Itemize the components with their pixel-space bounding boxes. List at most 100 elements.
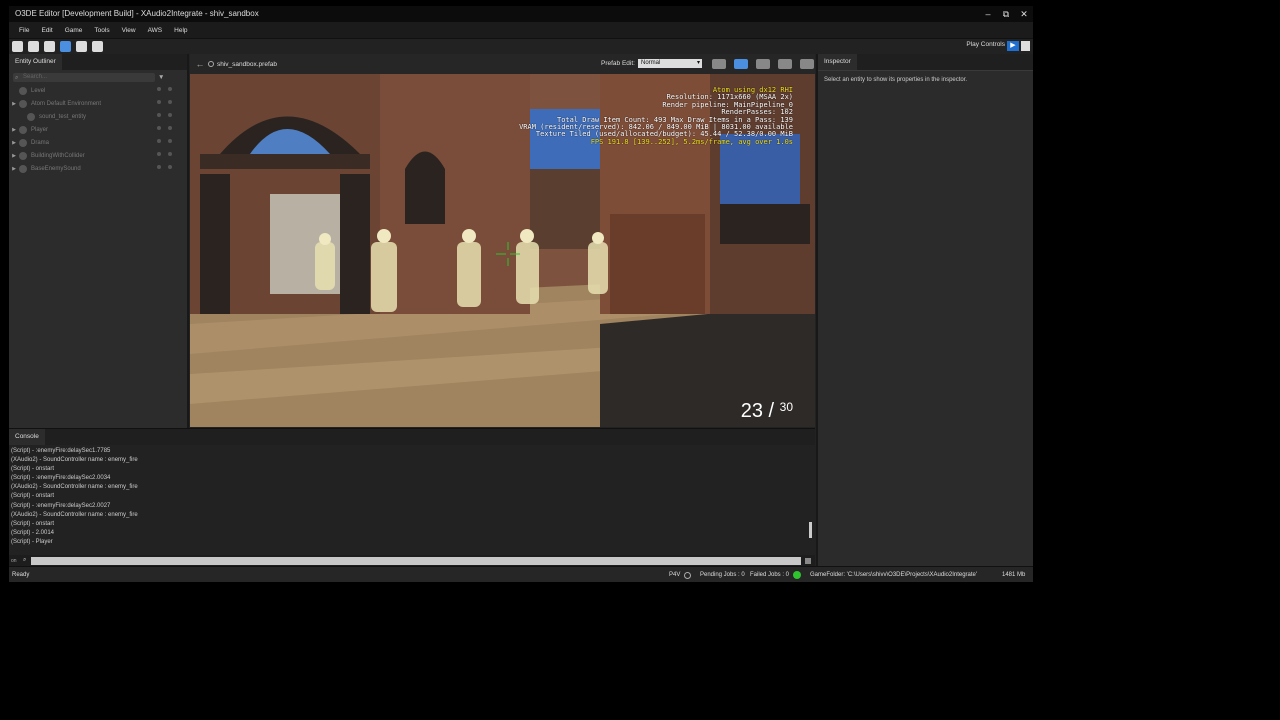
tree-row-atom-default-environment[interactable]: ▶ Atom Default Environment xyxy=(9,97,187,110)
tab-entity-outliner[interactable]: Entity Outliner xyxy=(9,54,62,70)
console-line: (Script) - onstart xyxy=(11,520,55,527)
tree-row-building-with-collider[interactable]: ▶ BuildingWithCollider xyxy=(9,149,187,162)
tab-inspector[interactable]: Inspector xyxy=(818,54,857,70)
prefab-edit-dropdown[interactable]: Normal ▾ xyxy=(638,59,702,68)
inspector-divider xyxy=(818,70,1033,71)
rotate-tool-icon[interactable] xyxy=(44,41,55,52)
p4v-label: P4V xyxy=(669,572,681,578)
entity-label: sound_test_entity xyxy=(39,113,87,120)
inspector-tab-bar: Inspector xyxy=(818,54,1033,70)
console-line: (Script) - onstart xyxy=(11,493,55,500)
visibility-icon[interactable] xyxy=(157,87,161,91)
editor-window: O3DE Editor [Development Build] - XAudio… xyxy=(9,6,1033,582)
entity-icon xyxy=(19,138,27,147)
expand-arrow-icon[interactable]: ▶ xyxy=(9,127,19,133)
menu-tools[interactable]: Tools xyxy=(88,27,115,34)
wrench-icon[interactable] xyxy=(76,41,87,52)
visibility-icon[interactable] xyxy=(157,126,161,130)
lock-icon[interactable] xyxy=(168,100,172,104)
entity-outliner-tab-bar: Entity Outliner xyxy=(9,54,187,70)
console-panel: Console (Script) - :enemyFire:delaySec1.… xyxy=(9,428,815,566)
tab-console[interactable]: Console xyxy=(9,429,45,445)
inspector-empty-message: Select an entity to show its properties … xyxy=(824,77,968,83)
pending-jobs: Pending Jobs : 0 xyxy=(700,572,745,578)
entity-label: Level xyxy=(31,87,46,94)
entity-icon xyxy=(19,99,27,108)
outliner-search-input[interactable]: ⌕ Search... xyxy=(13,73,155,82)
tree-row-sound-test-entity[interactable]: sound_test_entity xyxy=(9,110,187,123)
asset-processor-status-icon[interactable] xyxy=(793,571,801,579)
simulate-button[interactable] xyxy=(1021,41,1030,51)
play-controls-label: Play Controls xyxy=(966,41,1005,48)
tree-row-player[interactable]: ▶ Player xyxy=(9,123,187,136)
ammo-max: 30 xyxy=(779,400,793,414)
filter-icon[interactable]: ▼ xyxy=(158,74,164,81)
snap-grid-icon[interactable] xyxy=(60,41,71,52)
lock-icon[interactable] xyxy=(168,152,172,156)
visibility-icon[interactable] xyxy=(157,139,161,143)
menu-aws[interactable]: AWS xyxy=(142,27,169,34)
source-control-icon[interactable] xyxy=(684,572,691,579)
expand-arrow-icon[interactable]: ▶ xyxy=(9,101,19,107)
select-tool-icon[interactable] xyxy=(12,41,23,52)
play-button[interactable]: ▶ xyxy=(1007,41,1019,51)
tree-row-drama[interactable]: ▶ Drama xyxy=(9,136,187,149)
minimize-icon[interactable]: – xyxy=(979,6,997,22)
camera-speed-icon[interactable] xyxy=(712,59,726,69)
game-viewport[interactable]: Atom using dx12 RHI Resolution: 1171x660… xyxy=(190,74,815,427)
restore-icon[interactable]: ⧉ xyxy=(997,6,1015,22)
visibility-options-icon[interactable] xyxy=(734,59,748,69)
lock-icon[interactable] xyxy=(168,87,172,91)
terrain-tool-icon[interactable] xyxy=(92,41,103,52)
entity-label: BuildingWithCollider xyxy=(31,152,85,159)
entity-label: Atom Default Environment xyxy=(31,100,102,107)
prefab-icon xyxy=(208,61,214,67)
entity-outliner-panel: Entity Outliner ⌕ Search... ▼ Level ▶ At… xyxy=(9,54,189,428)
console-log: (Script) - :enemyFire:delaySec1.7785 (XA… xyxy=(9,445,815,549)
search-icon: ⌕ xyxy=(23,557,27,563)
expand-arrow-icon[interactable]: ▶ xyxy=(9,140,19,146)
status-text: Ready xyxy=(12,572,30,578)
menu-edit[interactable]: Edit xyxy=(35,27,58,34)
menu-view[interactable]: View xyxy=(116,27,142,34)
debug-display-icon[interactable] xyxy=(756,59,770,69)
ammo-current: 23 xyxy=(740,400,763,422)
console-settings-icon[interactable] xyxy=(805,557,811,564)
visibility-icon[interactable] xyxy=(157,165,161,169)
console-input-label: on xyxy=(11,557,17,564)
menu-game[interactable]: Game xyxy=(59,27,89,34)
lock-icon[interactable] xyxy=(168,113,172,117)
console-scrollbar[interactable] xyxy=(809,522,812,538)
close-icon[interactable]: ✕ xyxy=(1015,6,1033,22)
tree-row-level[interactable]: Level xyxy=(9,84,187,97)
lock-icon[interactable] xyxy=(168,165,172,169)
back-arrow-icon[interactable]: ← xyxy=(192,59,208,69)
expand-arrow-icon[interactable]: ▶ xyxy=(9,166,19,172)
lock-icon[interactable] xyxy=(168,139,172,143)
prefab-edit-label: Prefab Edit: xyxy=(601,60,635,67)
console-line: (XAudio2) - SoundController name : enemy… xyxy=(11,511,138,518)
search-icon: ⌕ xyxy=(15,75,19,81)
tree-row-base-enemy-sound[interactable]: ▶ BaseEnemySound xyxy=(9,162,187,175)
hud-line: FPS 191.8 [139..252], 5.2ms/frame, avg o… xyxy=(590,137,793,146)
lock-icon[interactable] xyxy=(168,126,172,130)
move-tool-icon[interactable] xyxy=(28,41,39,52)
visibility-icon[interactable] xyxy=(157,152,161,156)
console-line: (Script) - :enemyFire:delaySec2.0034 xyxy=(11,475,111,482)
grid-snap-icon[interactable] xyxy=(778,59,792,69)
game-folder-path: GameFolder: 'C:\Users\shivv\O3DE\Project… xyxy=(810,572,978,578)
menu-help[interactable]: Help xyxy=(168,27,193,34)
window-title: O3DE Editor [Development Build] - XAudio… xyxy=(15,9,259,18)
entity-icon xyxy=(19,125,27,134)
console-command-input[interactable] xyxy=(31,556,801,565)
menu-file[interactable]: File xyxy=(13,27,35,34)
performance-hud: Atom using dx12 RHI Resolution: 1171x660… xyxy=(519,86,793,146)
viewport-menu-icon[interactable] xyxy=(800,59,814,69)
console-line: (XAudio2) - SoundController name : enemy… xyxy=(11,484,138,491)
visibility-icon[interactable] xyxy=(157,100,161,104)
status-bar: Ready P4V Pending Jobs : 0 Failed Jobs :… xyxy=(9,566,1033,582)
expand-arrow-icon[interactable]: ▶ xyxy=(9,153,19,159)
title-bar: O3DE Editor [Development Build] - XAudio… xyxy=(9,6,1033,22)
inspector-panel: Inspector Select an entity to show its p… xyxy=(816,54,1033,566)
visibility-icon[interactable] xyxy=(157,113,161,117)
